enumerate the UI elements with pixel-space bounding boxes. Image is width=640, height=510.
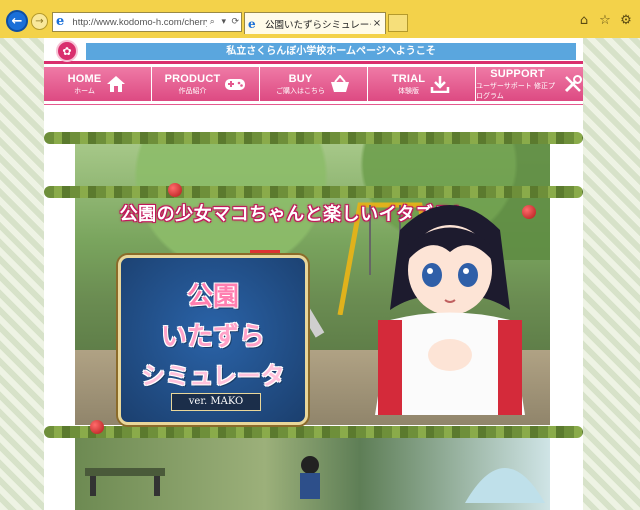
school-logo-icon[interactable]: ✿ (56, 40, 78, 62)
home-browser-icon[interactable]: ⌂ (576, 13, 592, 29)
title-line-1: 公園 (186, 282, 239, 312)
nav-home-sub: ホーム (74, 86, 95, 95)
nav-home[interactable]: HOME ホーム (44, 67, 152, 101)
site-header: ✿ 私立さくらんぼ小学校ホームページへようこそ (44, 38, 583, 64)
site-nav: HOME ホーム PRODUCT 作品紹介 BUY ご購入はこちら TRIAL … (44, 67, 583, 101)
basket-icon (329, 73, 351, 95)
page-background-left (0, 38, 44, 510)
favorites-star-icon[interactable]: ☆ (597, 13, 613, 29)
nav-trial[interactable]: TRIAL 体験版 (368, 67, 476, 101)
address-bar[interactable]: e http://www.kodomo-h.com/cherry/p ⌕ ▾ ⟳ (52, 12, 242, 32)
title-line-3: シミュレータ (141, 362, 285, 390)
apple-icon (90, 420, 104, 434)
game-title-logo[interactable]: 公園 いたずら シミュレータ ver. MAKO (118, 255, 308, 425)
bench-image (85, 468, 165, 496)
dropdown-icon[interactable]: ▾ (218, 17, 230, 27)
banner-bottom-scene (75, 438, 550, 510)
browser-toolbar: ← → e http://www.kodomo-h.com/cherry/p ⌕… (0, 0, 640, 38)
back-button[interactable]: ← (6, 10, 28, 32)
window-icons: ⌂ ☆ ⚙ (576, 13, 634, 29)
nav-product-label: PRODUCT (164, 72, 221, 85)
forward-arrow-icon: → (35, 16, 44, 27)
welcome-banner: 私立さくらんぼ小学校ホームページへようこそ (86, 43, 576, 60)
character-illustration (375, 205, 525, 415)
back-arrow-icon: ← (11, 13, 23, 29)
apple-icon (168, 183, 182, 197)
title-line-2: いたずら (160, 322, 265, 352)
page-background-right (583, 38, 640, 510)
ie-icon: e (56, 14, 65, 29)
refresh-icon[interactable]: ⟳ (230, 17, 242, 27)
nav-buy-sub: ご購入はこちら (276, 86, 325, 95)
download-icon (429, 73, 451, 95)
nav-support-label: SUPPORT (490, 67, 545, 80)
nav-home-label: HOME (67, 72, 102, 85)
gamepad-icon (224, 73, 246, 95)
search-icon[interactable]: ⌕ (207, 17, 219, 27)
dome-image (465, 468, 545, 503)
browser-tab[interactable]: e 公園いたずらシミュレータ_紹... × (244, 12, 386, 34)
nav-support-sub: ユーザーサポート 修正プログラム (476, 81, 555, 100)
tools-icon (563, 73, 583, 95)
tab-title: 公園いたずらシミュレータ_紹... (265, 19, 371, 31)
address-url[interactable]: http://www.kodomo-h.com/cherry/p (72, 17, 206, 28)
nav-buy[interactable]: BUY ご購入はこちら (260, 67, 368, 101)
vine-decoration-bottom (44, 426, 583, 438)
close-tab-icon[interactable]: × (371, 18, 383, 29)
forward-button[interactable]: → (31, 13, 48, 30)
character-sprite-image (300, 456, 320, 499)
nav-product-sub: 作品紹介 (178, 86, 207, 95)
nav-trial-label: TRIAL (391, 72, 426, 85)
nav-buy-label: BUY (288, 72, 313, 85)
home-icon (105, 73, 127, 95)
settings-gear-icon[interactable]: ⚙ (618, 13, 634, 29)
nav-product[interactable]: PRODUCT 作品紹介 (152, 67, 260, 101)
ie-tab-icon: e (248, 16, 256, 31)
nav-support[interactable]: SUPPORT ユーザーサポート 修正プログラム (476, 67, 583, 101)
new-tab-button[interactable] (388, 14, 408, 32)
vine-decoration-top (44, 132, 583, 144)
version-label: ver. MAKO (171, 393, 261, 411)
nav-trial-sub: 体験版 (397, 86, 419, 95)
nav-separator (44, 101, 583, 105)
